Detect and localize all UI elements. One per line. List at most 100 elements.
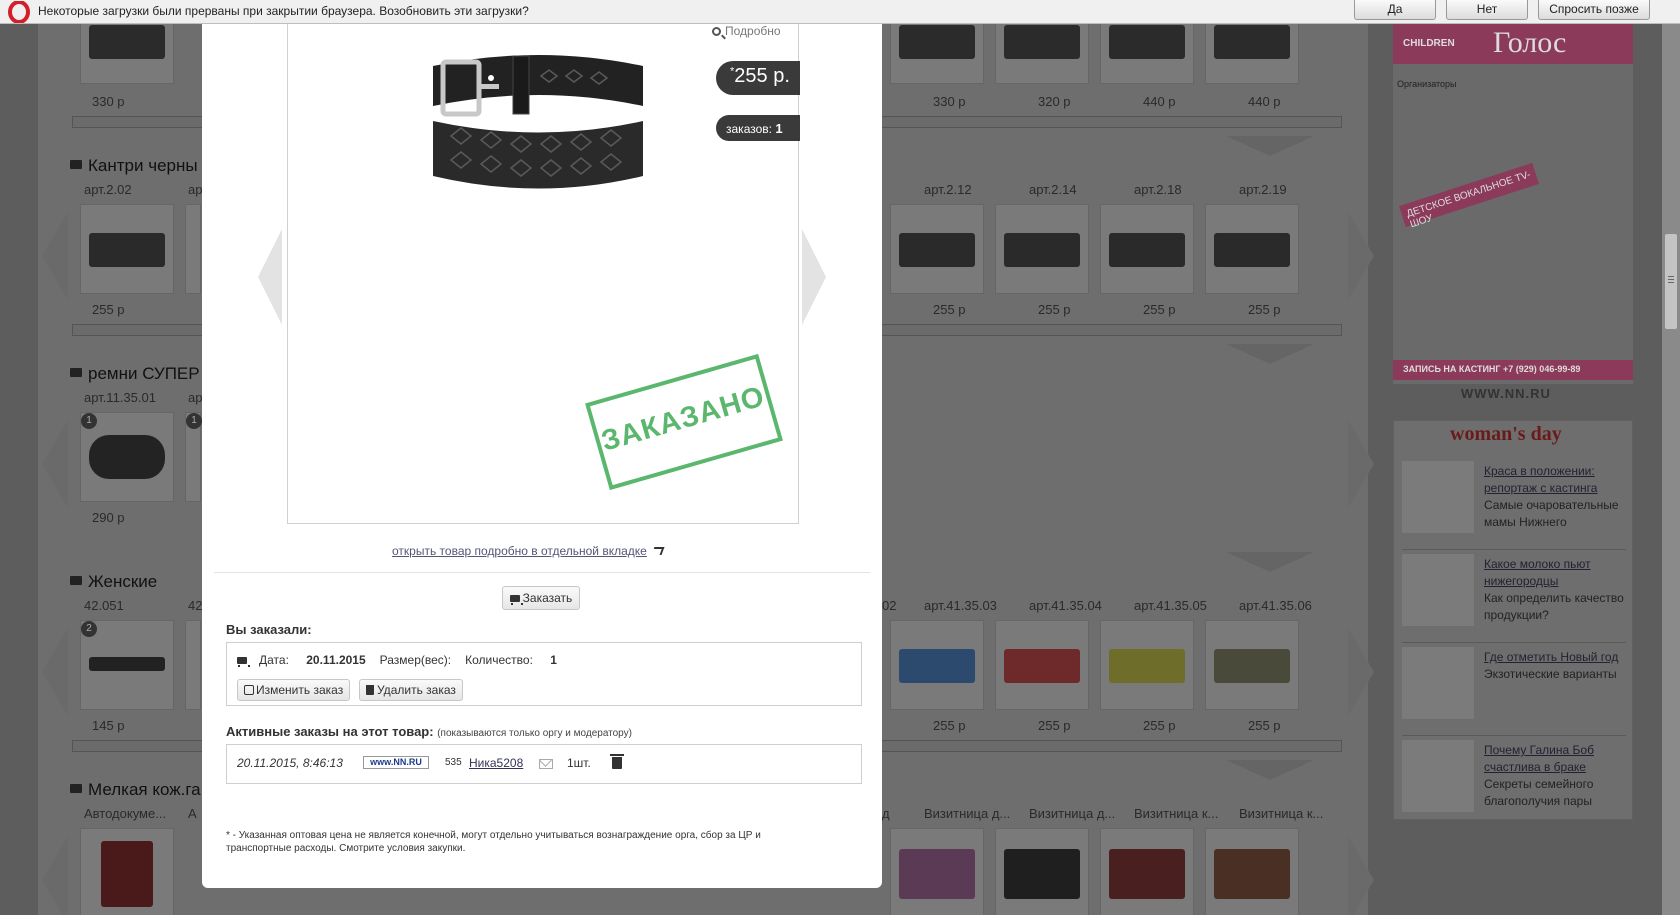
carousel-next-icon[interactable] (1348, 420, 1374, 508)
carousel-prev-icon[interactable] (42, 420, 68, 508)
product-thumb[interactable] (1100, 620, 1194, 710)
cart-icon (509, 595, 523, 605)
price-label: 330 р (933, 94, 966, 109)
news-link[interactable]: Почему Галина Боб счастлива в браке (1484, 742, 1629, 776)
price-label: 255 р (1248, 302, 1281, 317)
sku-label: арт.2.02 (84, 182, 132, 197)
section-title[interactable]: Кантри черны (70, 156, 198, 176)
price-label: 330 р (92, 94, 125, 109)
news-link[interactable]: Краса в положении: репортаж с кастинга (1484, 463, 1629, 497)
prev-product-icon[interactable] (258, 229, 282, 325)
news-item: Почему Галина Боб счастлива в браке Секр… (1402, 740, 1630, 820)
product-thumb[interactable] (80, 828, 174, 915)
trash-icon[interactable] (610, 754, 624, 769)
sku-label: арт.41.35.03 (924, 598, 997, 613)
product-thumb[interactable] (80, 204, 174, 294)
carousel-prev-icon[interactable] (42, 628, 68, 716)
product-thumb[interactable] (1205, 204, 1299, 294)
active-orders-box: 20.11.2015, 8:46:13 www.NN.RU 535 Ника52… (226, 744, 862, 784)
section-title[interactable]: Мелкая кож.га (70, 780, 201, 800)
sku-label: Визитница д... (924, 806, 1011, 821)
carousel-next-icon[interactable] (1348, 836, 1374, 915)
product-thumb[interactable] (1205, 620, 1299, 710)
section-title[interactable]: Женские (70, 572, 157, 592)
product-thumb[interactable] (1100, 204, 1194, 294)
product-thumb[interactable] (1205, 828, 1299, 915)
cart-icon (237, 657, 250, 667)
sku-label: Визитница к... (1239, 806, 1324, 821)
product-thumb[interactable] (890, 14, 984, 84)
scrollbar-thumb[interactable] (1665, 234, 1677, 329)
product-thumb[interactable] (995, 828, 1089, 915)
news-item: Где отметить Новый год Экзотические вари… (1402, 647, 1630, 727)
page-scrollbar[interactable] (1662, 24, 1680, 915)
ask-later-button[interactable]: Спросить позже (1538, 0, 1650, 20)
price-label: 440 р (1143, 94, 1176, 109)
sku-label: арт.2.19 (1239, 182, 1287, 197)
sku-label: арт.41.35.06 (1239, 598, 1312, 613)
news-thumbnail[interactable] (1402, 740, 1474, 812)
product-thumb[interactable] (890, 620, 984, 710)
divider (1402, 549, 1626, 550)
open-in-new-tab-link[interactable]: открыть товар подробно в отдельной вклад… (392, 544, 665, 558)
belt-image[interactable] (421, 26, 656, 206)
expand-arrow-icon[interactable] (1226, 344, 1314, 364)
no-button[interactable]: Нет (1446, 0, 1528, 20)
price-label: 255 р (1143, 718, 1176, 733)
widget-title[interactable]: woman's day (1450, 423, 1562, 446)
section-title[interactable]: ремни СУПЕР (70, 364, 200, 384)
news-item: Краса в положении: репортаж с кастинга С… (1402, 461, 1630, 541)
details-link[interactable]: Подробно (712, 24, 781, 38)
camera-icon (70, 784, 82, 793)
camera-icon (70, 368, 82, 377)
share-arrow-icon (651, 547, 665, 555)
product-thumb[interactable] (995, 204, 1089, 294)
product-thumb[interactable] (995, 620, 1089, 710)
price-label: 145 р (92, 718, 125, 733)
orders-badge: заказов: 1 (716, 115, 800, 141)
edit-order-button[interactable]: Изменить заказ (237, 679, 351, 701)
news-thumbnail[interactable] (1402, 554, 1474, 626)
delete-order-button[interactable]: Удалить заказ (359, 679, 463, 701)
price-label: 255 р (1143, 302, 1176, 317)
opera-logo-icon (8, 1, 30, 23)
sku-label: Визитница к... (1134, 806, 1219, 821)
message-envelope-icon[interactable] (539, 759, 553, 769)
product-thumb[interactable] (1205, 14, 1299, 84)
product-thumb[interactable] (185, 620, 201, 710)
product-thumb[interactable] (1100, 828, 1194, 915)
news-thumbnail[interactable] (1402, 647, 1474, 719)
product-thumb[interactable] (995, 14, 1089, 84)
carousel-prev-icon[interactable] (42, 836, 68, 915)
expand-arrow-icon[interactable] (1226, 760, 1314, 780)
next-product-icon[interactable] (802, 229, 826, 325)
news-thumbnail[interactable] (1402, 461, 1474, 533)
carousel-next-icon[interactable] (1348, 628, 1374, 716)
sku-label: ар (188, 182, 203, 197)
sku-label: 42 (188, 598, 203, 613)
golos-banner[interactable]: CHILDREN Голос Организаторы ДЕТСКОЕ ВОКА… (1393, 24, 1633, 401)
banner-organizers: Организаторы (1397, 79, 1457, 89)
order-badge: 2 (81, 621, 97, 637)
carousel-prev-icon[interactable] (42, 212, 68, 300)
yes-button[interactable]: Да (1354, 0, 1436, 20)
active-orders-title: Активные заказы на этот товар: (показыва… (226, 724, 632, 739)
camera-icon (70, 576, 82, 585)
product-thumb[interactable] (1100, 14, 1194, 84)
womans-day-widget: woman's day Краса в положении: репортаж … (1393, 420, 1633, 820)
product-thumb[interactable] (80, 14, 174, 84)
user-link[interactable]: Ника5208 (469, 756, 523, 770)
product-thumb[interactable] (890, 204, 984, 294)
expand-arrow-icon[interactable] (1226, 552, 1314, 572)
carousel-next-icon[interactable] (1348, 212, 1374, 300)
news-link[interactable]: Где отметить Новый год (1484, 649, 1629, 666)
sku-label: арт.2.18 (1134, 182, 1182, 197)
banner-contact: ЗАПИСЬ НА КАСТИНГ +7 (929) 046-99-89 (1393, 360, 1633, 380)
news-link[interactable]: Какое молоко пьют нижегородцы (1484, 556, 1629, 590)
product-thumb[interactable] (185, 204, 201, 294)
order-button[interactable]: Заказать (502, 586, 580, 610)
price-footnote: * - Указанная оптовая цена не является к… (226, 830, 761, 854)
sku-label: д (882, 806, 890, 821)
expand-arrow-icon[interactable] (1226, 136, 1314, 156)
product-thumb[interactable] (890, 828, 984, 915)
